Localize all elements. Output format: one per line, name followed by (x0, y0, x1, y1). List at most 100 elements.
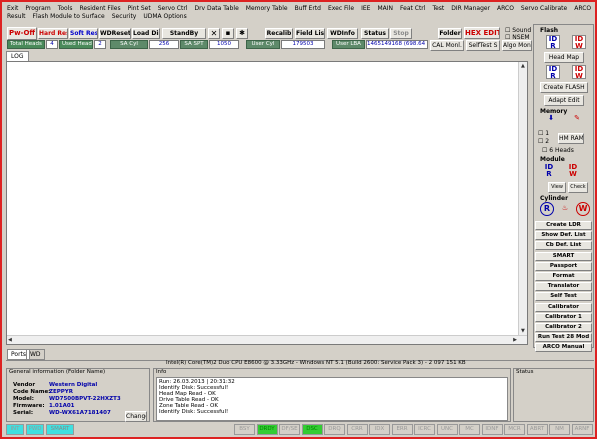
scroll-up-icon[interactable]: ▲ (521, 63, 525, 69)
field-list-button[interactable]: Field List (295, 28, 325, 39)
six-heads-label: 6 Heads (549, 147, 574, 154)
right-action-button[interactable]: Calibrator 1 (535, 312, 592, 322)
menu-item[interactable]: Flash Module to Surface (33, 13, 105, 20)
menu-item[interactable]: UDMA Options (143, 13, 186, 20)
rom-read-icon[interactable]: ID R (546, 65, 560, 80)
info-title: Info (156, 369, 167, 375)
tab-log[interactable]: LOG (6, 51, 29, 61)
menu-item[interactable]: MAIN (377, 5, 393, 12)
menu-item[interactable]: Test (432, 5, 444, 12)
menu-item[interactable]: Tools (58, 5, 73, 12)
right-action-button[interactable]: Calibrator (535, 302, 592, 312)
rom-write-icon[interactable]: ID W (572, 65, 586, 80)
cylinder-flame-icon[interactable]: ♨ (558, 202, 572, 216)
info-log[interactable]: Run: 26.03.2013 | 20:31:32 Identify Disk:… (156, 377, 508, 421)
menu-item[interactable]: Servo Calibrate (521, 5, 567, 12)
status-indicator: ERR (391, 424, 413, 435)
right-action-button[interactable]: Translator (535, 282, 592, 292)
standby-button[interactable]: StandBy (162, 28, 206, 39)
scroll-right-icon[interactable]: ▶ (513, 337, 517, 343)
right-action-button[interactable]: Show Def. List (535, 231, 592, 241)
wd-info-button[interactable]: WDInfo (327, 28, 358, 39)
right-action-button[interactable]: Run Test 28 Mod (535, 333, 592, 343)
wd-reset-button[interactable]: WDReset (99, 28, 131, 39)
menu-item[interactable]: Exit (7, 5, 18, 12)
tools-icon[interactable]: ✱ (236, 28, 248, 39)
menu-item[interactable]: Pint Set (128, 5, 151, 12)
right-action-button[interactable]: Passport (535, 261, 592, 271)
right-action-button[interactable]: Cb Def. List (535, 241, 592, 251)
status-indicator: IDX (369, 424, 390, 435)
create-flash-button[interactable]: Create FLASH (540, 82, 588, 93)
menu-item[interactable]: Feat Ctrl (400, 5, 425, 12)
general-info-key: Serial: (13, 410, 34, 416)
status-indicator: BSY (234, 424, 255, 435)
tab-wd[interactable]: WD (26, 349, 45, 360)
log-horizontal-scrollbar[interactable]: ◀ ▶ (7, 335, 527, 344)
view-button[interactable]: View (548, 182, 566, 193)
six-heads-checkbox[interactable]: ☐ 6 Heads (542, 147, 574, 154)
head-map-button[interactable]: Head Map (544, 52, 584, 63)
check-button[interactable]: Check (568, 182, 588, 193)
hm-ram-button[interactable]: HM RAM (558, 133, 584, 144)
adapt-edit-button[interactable]: Adapt Edit (544, 95, 584, 106)
status-indicator: SMART (46, 424, 74, 435)
general-info-key: Model: (13, 396, 35, 402)
power-off-button[interactable]: Pw-Off (7, 27, 37, 40)
folder-button[interactable]: Folder (438, 28, 462, 39)
recalib-button[interactable]: Recalib (265, 28, 293, 39)
close-icon[interactable]: ✕ (208, 28, 220, 39)
module-read-icon[interactable]: ID R (542, 164, 556, 178)
menu-item[interactable]: Servo Ctrl (158, 5, 188, 12)
scroll-left-icon[interactable]: ◀ (8, 337, 12, 343)
selftest-button[interactable]: SelfTest S (466, 40, 500, 51)
general-info-value: 1.01A01 (49, 403, 75, 409)
flash-read-icon[interactable]: ID R (546, 35, 560, 50)
stop-button[interactable]: Stop (390, 28, 412, 39)
soft-reset-button[interactable]: Soft Reset (69, 28, 98, 39)
memory-read-icon[interactable]: ⬇ (544, 115, 558, 129)
general-info-row: Model: WD7500BPVT-22HXZT3 (13, 396, 121, 402)
mem-2-checkbox[interactable]: ☐ 2 (538, 138, 549, 145)
menu-item[interactable]: DIR Manager (451, 5, 490, 12)
sound-checkbox[interactable]: ☐ Sound (505, 27, 531, 34)
right-action-button[interactable]: ARCO Manual (535, 343, 592, 353)
right-action-button[interactable]: Self Test (535, 292, 592, 302)
general-info-title: General information (Folder Name) (9, 369, 106, 375)
status-button[interactable]: Status (361, 28, 389, 39)
memory-write-icon[interactable]: ✎ (570, 115, 584, 129)
log-vertical-scrollbar[interactable]: ▲ ▼ (518, 62, 527, 344)
general-info-value: WD7500BPVT-22HXZT3 (49, 396, 121, 402)
menu-item[interactable]: Drv Data Table (194, 5, 238, 12)
cylinder-write-icon[interactable]: W (576, 202, 590, 216)
status-indicator: IDNF (481, 424, 503, 435)
menu-item[interactable]: Memory Table (246, 5, 288, 12)
mem-1-checkbox[interactable]: ☐ 1 (538, 130, 549, 137)
module-write-icon[interactable]: ID W (566, 164, 580, 178)
general-info-value: ZEPPYR (49, 389, 74, 395)
user-cyl-label: User Cyl (246, 40, 280, 49)
flash-write-icon[interactable]: ID W (572, 35, 586, 50)
change-button[interactable]: Change (125, 411, 147, 422)
menu-item[interactable]: Exec File (328, 5, 354, 12)
menu-item[interactable]: Resident Files (79, 5, 120, 12)
hex-edit-button[interactable]: HEX EDIT (464, 27, 500, 39)
menu-item[interactable]: ARCO (497, 5, 514, 12)
right-action-button[interactable]: Create LDR (535, 221, 592, 230)
menu-item[interactable]: Program (25, 5, 50, 12)
algo-monl-button[interactable]: Algo Monl (502, 40, 532, 51)
cal-monl-button[interactable]: CAL Monl. (430, 40, 464, 51)
log-area[interactable]: ▲ ▼ ◀ ▶ (6, 61, 528, 345)
scroll-down-icon[interactable]: ▼ (521, 328, 525, 334)
hard-reset-button[interactable]: Hard Reset (38, 28, 68, 39)
menu-item[interactable]: Buff Ertd (295, 5, 321, 12)
right-action-button[interactable]: SMART (535, 251, 592, 261)
sa-cyl-label: SA Cyl (110, 40, 148, 49)
load-dir-button[interactable]: Load Dir (132, 28, 160, 39)
menu-item[interactable]: IEE (361, 5, 370, 12)
right-action-button[interactable]: Format (535, 272, 592, 281)
menu-item[interactable]: Security (112, 13, 137, 20)
cylinder-read-icon[interactable]: R (540, 202, 554, 216)
right-action-button[interactable]: Calibrator 2 (535, 323, 592, 332)
save-icon[interactable]: ▪ (222, 28, 234, 39)
